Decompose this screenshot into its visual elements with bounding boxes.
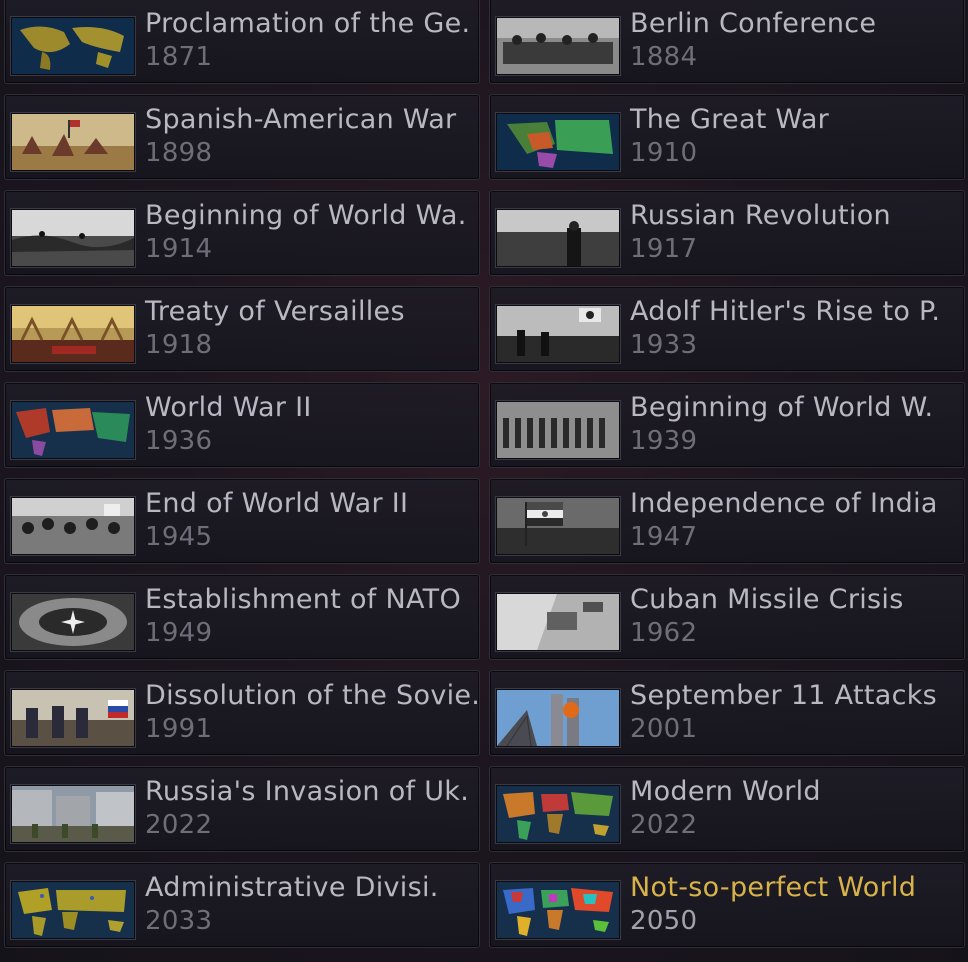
scenario-title: Spanish-American War — [145, 104, 457, 135]
photo-thumbnail-icon — [496, 17, 620, 75]
scenario-card[interactable]: Cuban Missile Crisis 1962 — [489, 574, 965, 660]
scenario-card[interactable]: End of World War II 1945 — [4, 478, 480, 564]
scenario-title: Beginning of World Wa. — [145, 200, 467, 231]
map-thumbnail-icon — [11, 401, 135, 459]
scenario-title: Establishment of NATO — [145, 584, 461, 615]
scenario-title: September 11 Attacks — [630, 680, 938, 711]
map-thumbnail-icon — [496, 881, 620, 939]
scenario-year: 1917 — [630, 234, 698, 264]
scenario-year: 1918 — [145, 330, 213, 360]
scenario-year: 1947 — [630, 522, 698, 552]
scenario-year: 1945 — [145, 522, 213, 552]
scenario-card[interactable]: Not-so-perfect World 2050 — [489, 862, 965, 948]
painting-thumbnail-icon — [11, 305, 135, 363]
scenario-year: 1936 — [145, 426, 213, 456]
scenario-year: 2022 — [145, 810, 213, 840]
photo-thumbnail-icon — [496, 209, 620, 267]
scenario-year: 2050 — [630, 906, 698, 936]
scenario-card[interactable]: Modern World 2022 — [489, 766, 965, 852]
scenario-title: World War II — [145, 392, 312, 423]
scenario-title: Beginning of World W. — [630, 392, 934, 423]
scenario-year: 1933 — [630, 330, 698, 360]
scenario-card[interactable]: September 11 Attacks 2001 — [489, 670, 965, 756]
scenario-title: Proclamation of the Ge. — [145, 8, 471, 39]
scenario-year: 2001 — [630, 714, 698, 744]
scenario-title: Treaty of Versailles — [145, 296, 405, 327]
map-thumbnail-icon — [496, 785, 620, 843]
scenario-card[interactable]: Berlin Conference 1884 — [489, 0, 965, 84]
scenario-card[interactable]: Russia's Invasion of Uk. 2022 — [4, 766, 480, 852]
scenario-card[interactable]: Independence of India 1947 — [489, 478, 965, 564]
scenario-card[interactable]: Russian Revolution 1917 — [489, 190, 965, 276]
scenario-title: Russian Revolution — [630, 200, 891, 231]
scenario-grid: Proclamation of the Ge. 1871 Berlin Confer… — [0, 0, 968, 962]
scenario-card[interactable]: Proclamation of the Ge. 1871 — [4, 0, 480, 84]
scenario-card[interactable]: Beginning of World W. 1939 — [489, 382, 965, 468]
photo-thumbnail-icon — [496, 305, 620, 363]
photo-thumbnail-icon — [11, 593, 135, 651]
scenario-card[interactable]: Adolf Hitler's Rise to P. 1933 — [489, 286, 965, 372]
scenario-title: Administrative Divisi. — [145, 872, 439, 903]
scenario-year: 1949 — [145, 618, 213, 648]
scenario-year: 1910 — [630, 138, 698, 168]
map-thumbnail-icon — [496, 113, 620, 171]
scenario-card[interactable]: Establishment of NATO 1949 — [4, 574, 480, 660]
scenario-year: 1914 — [145, 234, 213, 264]
scenario-title: Not-so-perfect World — [630, 872, 917, 903]
scenario-year: 2022 — [630, 810, 698, 840]
scenario-year: 1898 — [145, 138, 213, 168]
scenario-card[interactable]: World War II 1936 — [4, 382, 480, 468]
map-thumbnail-icon — [11, 881, 135, 939]
scenario-title: The Great War — [630, 104, 830, 135]
scenario-year: 1939 — [630, 426, 698, 456]
scenario-title: Independence of India — [630, 488, 938, 519]
photo-thumbnail-icon — [496, 593, 620, 651]
scenario-card[interactable]: The Great War 1910 — [489, 94, 965, 180]
scenario-card[interactable]: Spanish-American War 1898 — [4, 94, 480, 180]
scenario-card[interactable]: Treaty of Versailles 1918 — [4, 286, 480, 372]
photo-thumbnail-icon — [11, 497, 135, 555]
scenario-year: 1991 — [145, 714, 213, 744]
photo-thumbnail-icon — [11, 785, 135, 843]
scenario-title: Russia's Invasion of Uk. — [145, 776, 470, 807]
scenario-year: 1871 — [145, 42, 213, 72]
scenario-title: Modern World — [630, 776, 821, 807]
map-thumbnail-icon — [11, 17, 135, 75]
photo-thumbnail-icon — [496, 401, 620, 459]
scenario-title: Adolf Hitler's Rise to P. — [630, 296, 941, 327]
scenario-title: Cuban Missile Crisis — [630, 584, 904, 615]
photo-thumbnail-icon — [496, 497, 620, 555]
painting-thumbnail-icon — [11, 113, 135, 171]
scenario-title: Berlin Conference — [630, 8, 877, 39]
scenario-card[interactable]: Administrative Divisi. 2033 — [4, 862, 480, 948]
scenario-title: Dissolution of the Sovie. — [145, 680, 481, 711]
photo-thumbnail-icon — [11, 209, 135, 267]
scenario-card[interactable]: Beginning of World Wa. 1914 — [4, 190, 480, 276]
scenario-card[interactable]: Dissolution of the Sovie. 1991 — [4, 670, 480, 756]
scenario-year: 2033 — [145, 906, 213, 936]
scenario-year: 1962 — [630, 618, 698, 648]
scenario-year: 1884 — [630, 42, 698, 72]
scenario-title: End of World War II — [145, 488, 409, 519]
photo-thumbnail-icon — [11, 689, 135, 747]
photo-thumbnail-icon — [496, 689, 620, 747]
